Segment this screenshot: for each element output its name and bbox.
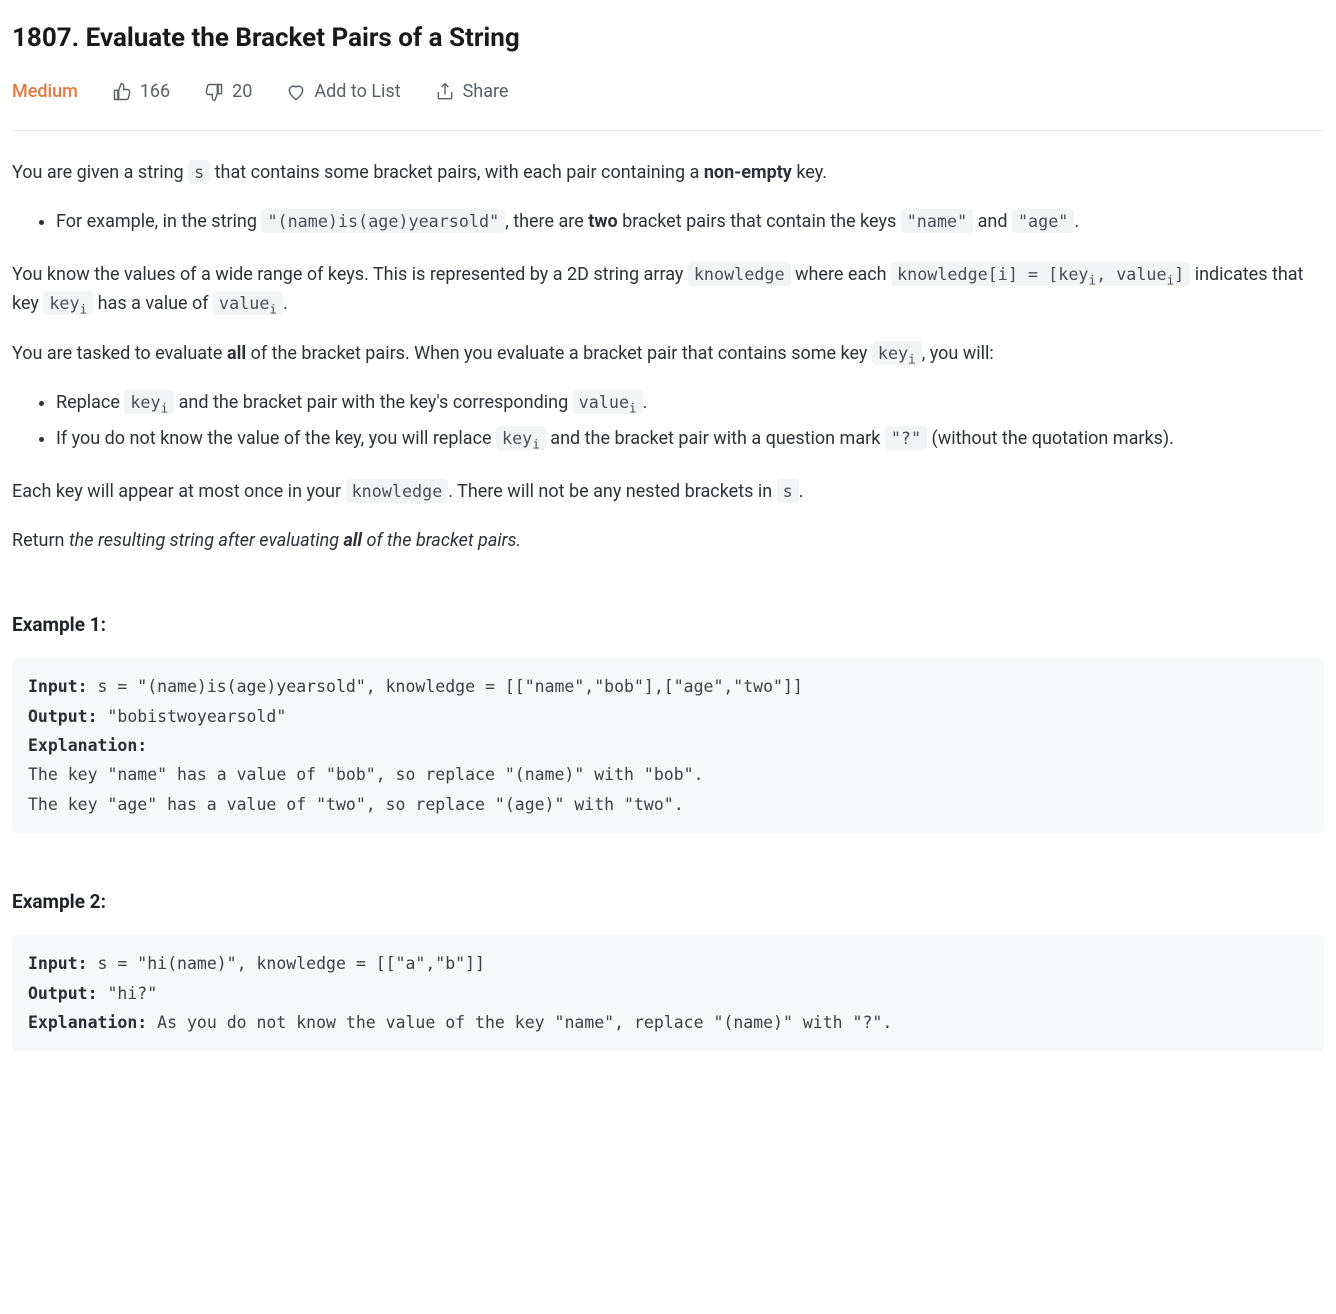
code-inline: keyi — [124, 390, 174, 414]
list-item: Replace keyi and the bracket pair with t… — [56, 389, 1324, 418]
paragraph: You are given a string s that contains s… — [12, 159, 1324, 188]
like-button[interactable]: 166 — [112, 78, 170, 107]
paragraph: You are tasked to evaluate all of the br… — [12, 340, 1324, 369]
add-to-list-label: Add to List — [314, 78, 400, 107]
dislike-count: 20 — [232, 78, 252, 107]
meta-row: Medium 166 20 Add to List Share — [12, 78, 1324, 132]
list: Replace keyi and the bracket pair with t… — [12, 389, 1324, 454]
explanation-label: Explanation: — [28, 736, 147, 755]
thumbs-up-icon — [112, 82, 132, 102]
example-heading: Example 2: — [12, 887, 1324, 917]
paragraph: Return the resulting string after evalua… — [12, 527, 1324, 556]
input-label: Input: — [28, 954, 88, 973]
paragraph: You know the values of a wide range of k… — [12, 261, 1324, 320]
list-item: For example, in the string "(name)is(age… — [56, 208, 1324, 237]
code-inline: s — [188, 160, 210, 184]
code-inline: knowledge — [346, 479, 449, 503]
code-inline: "name" — [901, 209, 973, 233]
code-inline: knowledge — [688, 262, 791, 286]
dislike-button[interactable]: 20 — [204, 78, 252, 107]
paragraph: Each key will appear at most once in you… — [12, 478, 1324, 507]
code-inline: valuei — [573, 390, 643, 414]
code-inline: knowledge[i] = [keyi, valuei] — [891, 262, 1190, 286]
thumbs-down-icon — [204, 82, 224, 102]
code-inline: "age" — [1012, 209, 1074, 233]
difficulty-badge: Medium — [12, 78, 78, 107]
share-label: Share — [463, 78, 509, 107]
output-label: Output: — [28, 984, 98, 1003]
code-inline: keyi — [43, 291, 93, 315]
example-block: Input: s = "(name)is(age)yearsold", know… — [12, 658, 1324, 833]
problem-title: 1807. Evaluate the Bracket Pairs of a St… — [12, 18, 1324, 60]
list: For example, in the string "(name)is(age… — [12, 208, 1324, 237]
explanation-label: Explanation: — [28, 1013, 147, 1032]
code-inline: "?" — [885, 426, 927, 450]
input-label: Input: — [28, 677, 88, 696]
code-inline: s — [777, 479, 799, 503]
heart-icon — [286, 82, 306, 102]
example-heading: Example 1: — [12, 610, 1324, 640]
like-count: 166 — [140, 78, 170, 107]
code-inline: keyi — [496, 426, 546, 450]
code-inline: keyi — [872, 341, 922, 365]
share-button[interactable]: Share — [435, 78, 509, 107]
add-to-list-button[interactable]: Add to List — [286, 78, 400, 107]
code-inline: "(name)is(age)yearsold" — [261, 209, 505, 233]
output-label: Output: — [28, 707, 98, 726]
share-icon — [435, 82, 455, 102]
code-inline: valuei — [213, 291, 283, 315]
example-block: Input: s = "hi(name)", knowledge = [["a"… — [12, 935, 1324, 1051]
list-item: If you do not know the value of the key,… — [56, 425, 1324, 454]
